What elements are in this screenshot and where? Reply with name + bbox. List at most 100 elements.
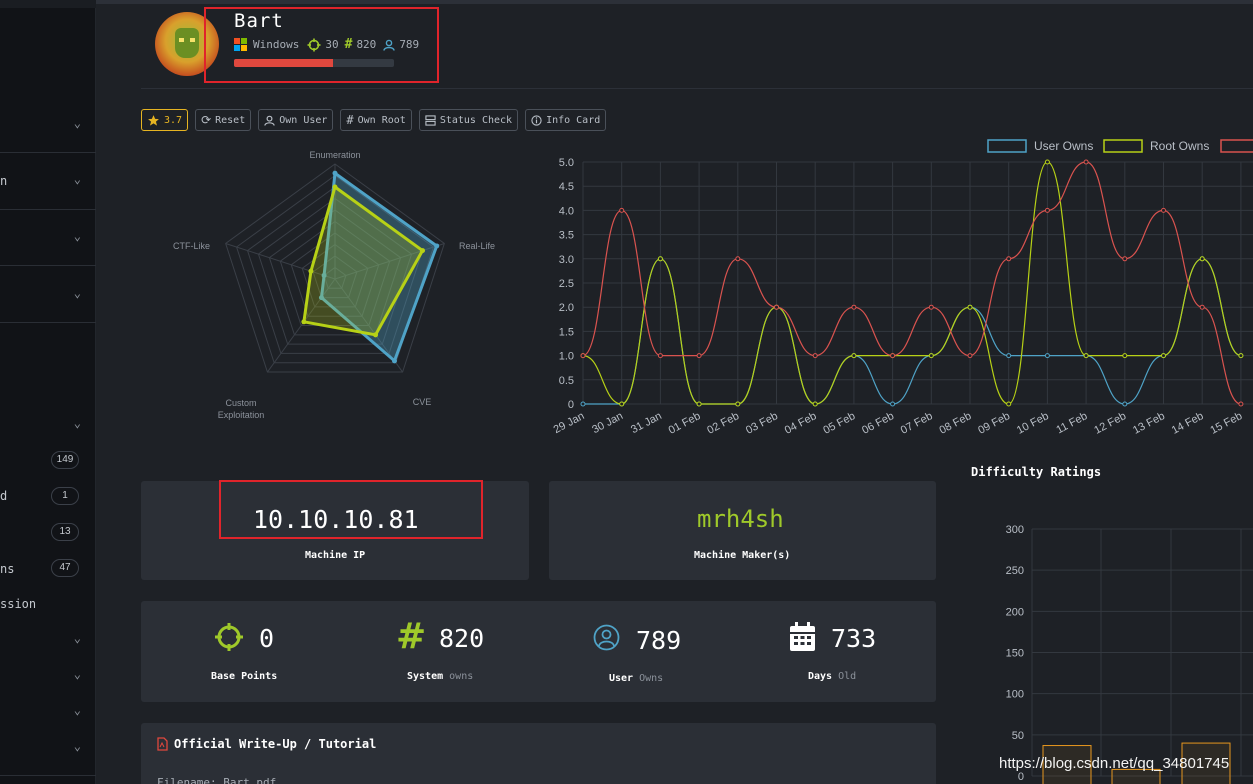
line-point	[1122, 256, 1128, 262]
header-divider	[141, 88, 1253, 89]
machine-maker[interactable]: mrh4sh	[697, 505, 784, 533]
line-point	[696, 353, 702, 359]
line-point	[812, 353, 818, 359]
star-icon	[148, 114, 159, 126]
difficulty-y-tick: 150	[1006, 648, 1024, 660]
sidebar-item-label[interactable]: ns	[0, 562, 96, 576]
own-root-button[interactable]: # Own Root	[340, 109, 412, 131]
count-badge: 13	[51, 523, 79, 541]
y-tick-label: 3.0	[559, 254, 574, 266]
pdf-file-icon	[157, 737, 168, 751]
user-icon	[264, 115, 275, 126]
x-tick-label: 08 Feb	[938, 410, 974, 437]
x-tick-label: 05 Feb	[821, 410, 857, 437]
x-tick-label: 14 Feb	[1170, 410, 1206, 437]
sidebar-item-label[interactable]: n	[0, 174, 96, 188]
chevron-down-icon[interactable]: ⌄	[74, 703, 81, 717]
sidebar-top-strip	[0, 0, 96, 8]
line-point	[580, 401, 586, 407]
machine-maker-label: Machine Maker(s)	[694, 550, 791, 561]
y-tick-label: 0.5	[559, 375, 574, 387]
radar-point	[391, 358, 397, 364]
machine-ip-label: Machine IP	[305, 550, 366, 561]
machine-toolbar: 3.7 ⟳ Reset Own User # Own Root Status C…	[141, 109, 607, 131]
writeup-filename: Filename: Bart.pdf	[157, 776, 277, 784]
info-card-button[interactable]: Info Card	[525, 109, 607, 131]
watermark-text: https://blog.csdn.net/qq_34801745	[999, 755, 1230, 772]
sidebar-item-label[interactable]: d	[0, 489, 96, 503]
radar-point	[419, 248, 425, 254]
y-tick-label: 1.0	[559, 351, 574, 363]
legend-label: Root Owns	[1150, 139, 1209, 153]
y-tick-label: 1.5	[559, 326, 574, 338]
own-user-label: Own User	[279, 114, 328, 126]
line-point	[1044, 159, 1050, 165]
y-tick-label: 2.5	[559, 278, 574, 290]
days-old-sub: Old	[838, 671, 857, 682]
line-point	[967, 353, 973, 359]
chevron-down-icon[interactable]: ⌄	[74, 172, 81, 186]
avatar-eye	[179, 38, 184, 42]
line-point	[1083, 159, 1089, 165]
base-points-value: 0	[259, 624, 275, 653]
line-point	[1044, 207, 1050, 213]
line-point	[1199, 256, 1205, 262]
chevron-down-icon[interactable]: ⌄	[74, 631, 81, 645]
chevron-down-icon[interactable]: ⌄	[74, 416, 81, 430]
difficulty-y-tick: 300	[1006, 524, 1024, 536]
line-point	[890, 353, 896, 359]
line-point	[851, 304, 857, 310]
difficulty-y-tick: 0	[1018, 771, 1024, 783]
hash-icon: #	[346, 113, 354, 127]
chevron-down-icon[interactable]: ⌄	[74, 739, 81, 753]
x-tick-label: 02 Feb	[705, 410, 741, 437]
sidebar-item-label[interactable]: ssion	[0, 597, 96, 611]
radar-point	[332, 184, 338, 190]
x-tick-label: 07 Feb	[899, 410, 935, 437]
writeup-panel	[141, 723, 936, 784]
difficulty-title: Difficulty Ratings	[971, 465, 1102, 479]
x-tick-label: 11 Feb	[1054, 410, 1089, 436]
line-point	[890, 401, 896, 407]
reset-button[interactable]: ⟳ Reset	[195, 109, 252, 131]
rating-value: 3.7	[164, 114, 183, 126]
status-check-label: Status Check	[439, 114, 513, 126]
sidebar-divider	[0, 209, 96, 210]
x-tick-label: 15 Feb	[1208, 410, 1244, 437]
chevron-down-icon[interactable]: ⌄	[74, 286, 81, 300]
line-point	[1006, 401, 1012, 407]
sidebar-divider	[0, 265, 96, 266]
line-point	[619, 401, 625, 407]
legend-swatch	[987, 139, 1027, 153]
line-point	[1044, 353, 1050, 359]
writeup-title[interactable]: Official Write-Up / Tutorial	[174, 737, 376, 751]
count-badge: 47	[51, 559, 79, 577]
info-card-label: Info Card	[546, 114, 601, 126]
reset-label: Reset	[215, 114, 246, 126]
legend-swatch	[1220, 139, 1253, 153]
radar-axis-label: CTF-Like	[173, 241, 210, 251]
x-tick-label: 04 Feb	[783, 410, 819, 437]
y-tick-label: 4.0	[559, 205, 574, 217]
radar-point	[373, 332, 379, 338]
x-tick-label: 30 Jan	[590, 410, 625, 436]
days-old-value: 733	[831, 624, 877, 653]
line-point	[851, 353, 857, 359]
chevron-down-icon[interactable]: ⌄	[74, 667, 81, 681]
line-point	[657, 256, 663, 262]
radar-point	[332, 170, 338, 176]
avatar-face	[175, 28, 199, 58]
avatar-eye	[190, 38, 195, 42]
status-check-button[interactable]: Status Check	[418, 109, 519, 131]
line-point	[735, 256, 741, 262]
own-user-button[interactable]: Own User	[258, 109, 334, 131]
chevron-down-icon[interactable]: ⌄	[74, 229, 81, 243]
line-point	[1161, 353, 1166, 359]
legend-label: User Owns	[1034, 139, 1093, 153]
radar-axis-label-line: Exploitation	[218, 410, 265, 420]
system-owns-label: System owns	[407, 671, 473, 682]
chevron-down-icon[interactable]: ⌄	[74, 116, 81, 130]
rating-button[interactable]: 3.7	[141, 109, 189, 131]
difficulty-y-tick: 250	[1006, 565, 1024, 577]
system-owns-sub: owns	[449, 671, 474, 682]
